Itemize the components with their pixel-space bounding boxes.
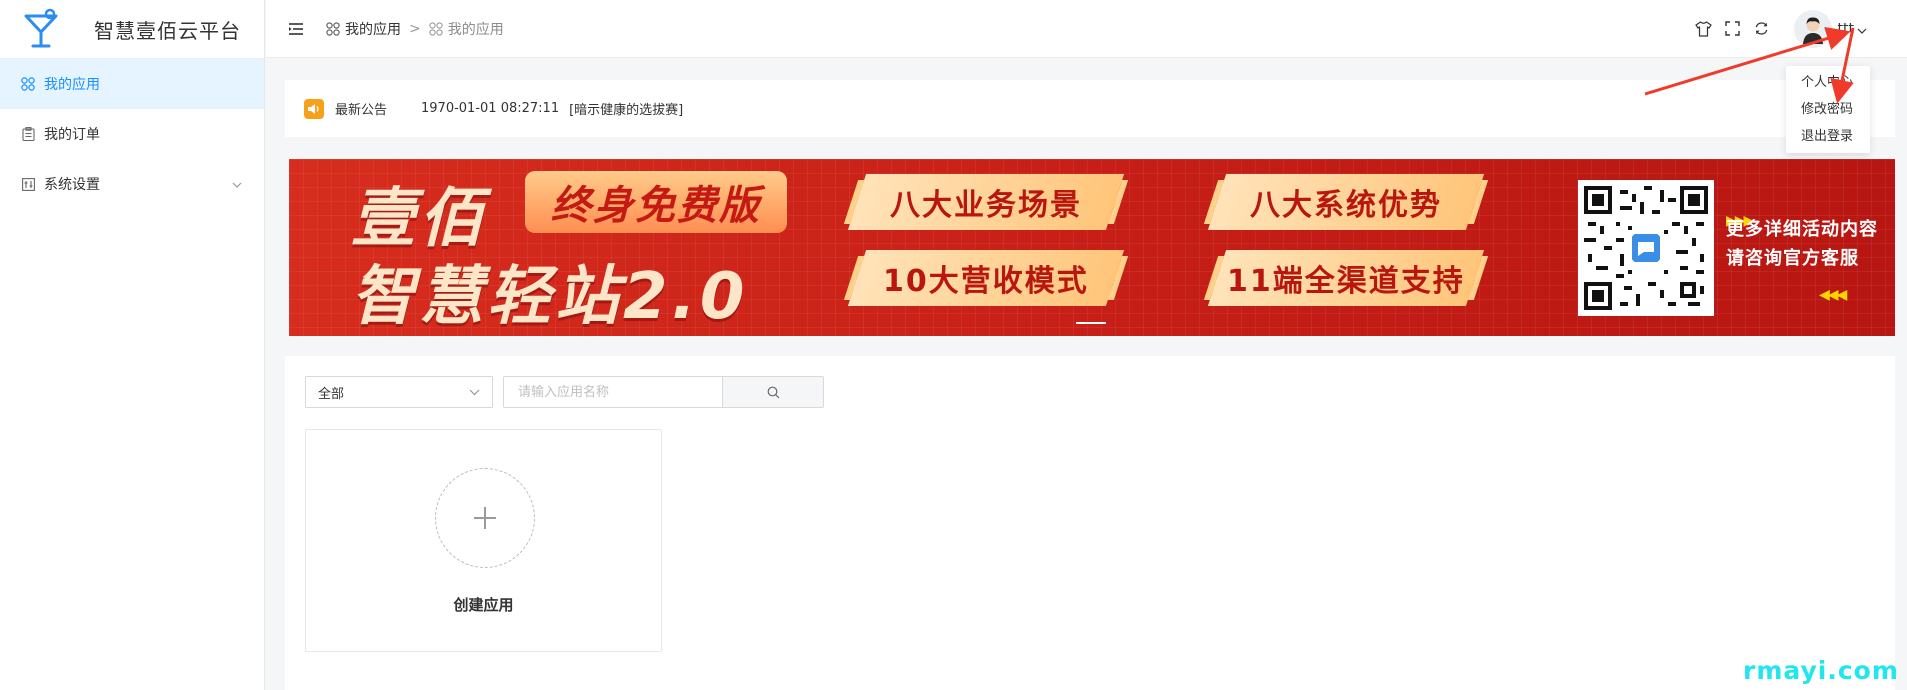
menu-fold-icon[interactable] (286, 19, 306, 39)
breadcrumb-label: 我的应用 (447, 21, 504, 38)
announcement-date: 1970-01-01 08:27:11 (421, 101, 560, 116)
speaker-icon (304, 98, 324, 119)
fullscreen-icon[interactable] (1723, 19, 1743, 39)
search-icon (767, 386, 779, 398)
banner-pill: 八大系统优势 (1207, 174, 1485, 230)
apps-panel: 全部 创建应用 (285, 356, 1895, 690)
promo-banner[interactable]: 壹佰 终身免费版 智慧轻站2.0 八大业务场景 八大系统优势 10大营收模式 1… (289, 159, 1895, 336)
plus-icon (435, 468, 535, 568)
announcement-bar: 最新公告 1970-01-01 08:27:11 [暗示健康的选拔赛] (285, 80, 1895, 137)
sidebar-item-my-orders[interactable]: 我的订单 (0, 109, 264, 159)
create-app-label: 创建应用 (453, 596, 514, 614)
announcement-label: 最新公告 (335, 103, 388, 118)
watermark: rmayi.com (1743, 656, 1899, 685)
qr-code (1578, 180, 1714, 316)
apps-icon (429, 21, 443, 36)
chevron-down-icon[interactable] (1857, 19, 1867, 38)
user-name[interactable]: ttt (1838, 21, 1854, 37)
avatar[interactable] (1793, 9, 1832, 48)
app-type-select-value: 全部 (318, 386, 345, 402)
sidebar-item-my-apps[interactable]: 我的应用 (0, 59, 264, 109)
sidebar-item-label: 我的应用 (44, 77, 100, 93)
menu-item-change-password[interactable]: 修改密码 (1786, 96, 1870, 123)
banner-more-line2: 请咨询官方客服 (1726, 248, 1859, 269)
create-app-card[interactable]: 创建应用 (305, 429, 662, 652)
carousel-indicator[interactable] (1076, 322, 1106, 324)
sidebar-item-label: 我的订单 (44, 127, 100, 143)
brand-name: 智慧壹佰云平台 (94, 18, 241, 43)
sidebar-item-system-settings[interactable]: 系统设置 (0, 159, 264, 209)
breadcrumb-item-current: 我的应用 (429, 19, 504, 39)
header-actions: ttt (1685, 9, 1867, 48)
breadcrumb: 我的应用 > 我的应用 (326, 19, 504, 39)
arrow-left-icons: ◀◀◀ (1819, 287, 1847, 303)
banner-more-info: 更多详细活动内容 请咨询官方客服 (1726, 215, 1878, 273)
banner-pill: 11端全渠道支持 (1207, 250, 1485, 306)
banner-more-line1: 更多详细活动内容 (1726, 219, 1878, 240)
chevron-down-icon (232, 176, 242, 192)
chevron-down-icon (469, 385, 480, 400)
banner-pill-label: 八大业务场景 (890, 188, 1082, 223)
banner-pill: 八大业务场景 (847, 174, 1125, 230)
shirt-theme-icon[interactable] (1694, 19, 1714, 39)
banner-badge: 终身免费版 (525, 171, 787, 233)
top-header: 我的应用 > 我的应用 ttt (266, 0, 1907, 58)
banner-title-line2: 智慧轻站2.0 (351, 260, 749, 334)
breadcrumb-separator: > (409, 20, 421, 37)
clipboard-icon (20, 126, 36, 142)
banner-pill-label: 11端全渠道支持 (1227, 264, 1465, 299)
banner-pill: 10大营收模式 (847, 250, 1125, 306)
app-type-select[interactable]: 全部 (305, 376, 493, 408)
banner-pill-label: 10大营收模式 (883, 264, 1089, 299)
announcement-text[interactable]: [暗示健康的选拔赛] (569, 99, 683, 118)
refresh-icon[interactable] (1752, 19, 1772, 39)
user-dropdown-menu: 个人中心 修改密码 退出登录 (1786, 66, 1870, 153)
settings-panel-icon (20, 176, 36, 192)
breadcrumb-item[interactable]: 我的应用 (326, 19, 401, 39)
brand[interactable]: 智慧壹佰云平台 (0, 0, 264, 59)
search-button[interactable] (722, 376, 824, 408)
apps-icon (326, 21, 340, 36)
breadcrumb-label: 我的应用 (345, 21, 401, 38)
sidebar-item-label: 系统设置 (44, 177, 100, 193)
app-search-input[interactable] (503, 376, 722, 408)
banner-pill-label: 八大系统优势 (1250, 188, 1442, 223)
menu-item-logout[interactable]: 退出登录 (1786, 123, 1870, 150)
sidebar: 智慧壹佰云平台 我的应用 我的订单 系统设置 (0, 0, 265, 690)
menu-item-profile[interactable]: 个人中心 (1786, 69, 1870, 96)
cocktail-logo-icon (24, 8, 58, 48)
apps-icon (20, 76, 36, 92)
